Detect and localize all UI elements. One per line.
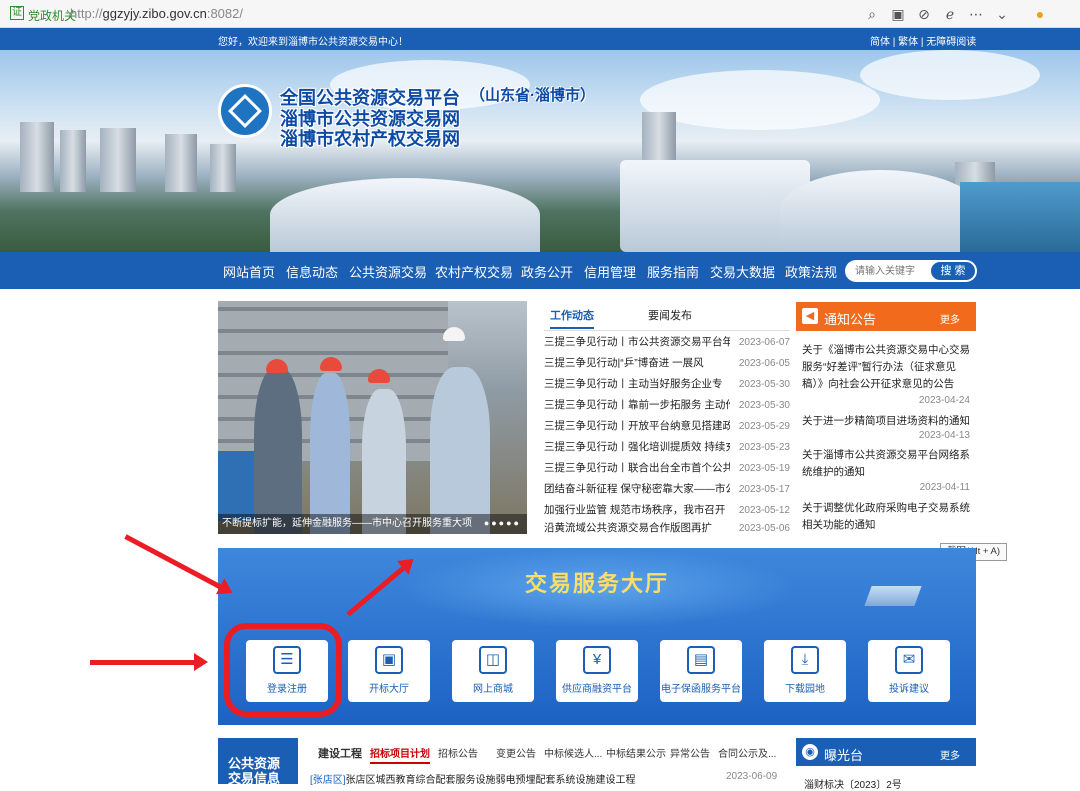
site-logo-icon (218, 84, 272, 138)
tab-change-notice[interactable]: 变更公告 (496, 745, 536, 760)
notice-date: 2023-04-13 (918, 430, 970, 441)
tab-work-news[interactable]: 工作动态 (550, 307, 594, 329)
browser-address-bar: 证 党政机关 http://ggzyjy.zibo.gov.cn:8082/ ⌕… (0, 0, 1080, 28)
card-label: 网上商城 (473, 684, 513, 695)
nav-policy[interactable]: 政策法规 (785, 262, 837, 281)
photo-caption[interactable]: 不断提标扩能，延伸金融服务——市中心召开服务重大项 (218, 514, 527, 534)
news-item[interactable]: 沿黄流域公共资源交易合作版图再扩 2023-05-06 (544, 518, 790, 539)
notice-item[interactable]: 关于调整优化政府采购电子交易系统相关功能的通知 (802, 500, 972, 534)
nav-gov-affairs[interactable]: 政务公开 (521, 262, 573, 281)
exposure-header: ◉ 曝光台 更多 (796, 738, 976, 766)
banner-title-3: 淄博市农村产权交易网 (280, 129, 460, 149)
notice-panel: ◀ 通知公告 更多 关于《淄博市公共资源交易中心交易服务“好差评”暂行办法（征求… (796, 302, 976, 534)
annotation-arrow (124, 534, 229, 593)
notice-date: 2023-04-24 (918, 395, 970, 406)
tab-bid-plan[interactable]: 招标项目计划 (370, 745, 430, 764)
nav-rural-trade[interactable]: 农村产权交易 (435, 262, 513, 281)
tab-candidates[interactable]: 中标候选人... (544, 745, 602, 760)
card-label: 开标大厅 (369, 684, 409, 695)
zoom-icon[interactable]: ⌕ (862, 4, 882, 24)
nav-big-data[interactable]: 交易大数据 (710, 262, 775, 281)
news-item[interactable]: 三提三争见行动丨靠前一步拓服务 主动作 2023-05-30 (544, 395, 790, 416)
supplier-finance-button[interactable]: ¥ 供应商融资平台 (556, 640, 638, 702)
extension-icon[interactable]: ● (1030, 4, 1050, 24)
notice-header: ◀ 通知公告 更多 (796, 302, 976, 331)
nav-home[interactable]: 网站首页 (223, 262, 275, 281)
search-box: 搜 索 (845, 260, 977, 282)
chevron-down-icon[interactable]: ⌄ (992, 4, 1012, 24)
hall-decoration (864, 586, 922, 606)
nav-public-trade[interactable]: 公共资源交易 (349, 262, 427, 281)
news-item[interactable]: 三提三争见行动丨主动当好服务企业专 2023-05-30 (544, 374, 790, 395)
bid-hall-icon: ▣ (375, 646, 403, 674)
news-item[interactable]: 三提三争见行动丨强化培训提质效 持续充 2023-05-23 (544, 437, 790, 458)
notice-date: 2023-04-11 (919, 482, 970, 493)
news-panel: 工作动态 要闻发布 三提三争见行动丨市公共资源交易平台年 2023-06-07 三… (544, 301, 790, 535)
top-welcome-bar: 您好，欢迎来到淄博市公共资源交易中心！ 简体 | 繁体 | 无障碍阅读 (0, 28, 1080, 50)
nav-news[interactable]: 信息动态 (286, 262, 338, 281)
tab-headlines[interactable]: 要闻发布 (648, 307, 692, 323)
welcome-text: 您好，欢迎来到淄博市公共资源交易中心！ (218, 37, 408, 48)
more-icon[interactable]: ⋯ (966, 4, 986, 24)
online-mall-button[interactable]: ◫ 网上商城 (452, 640, 534, 702)
tab-results[interactable]: 中标结果公示 (606, 745, 666, 760)
news-item[interactable]: 三提三争见行动丨联合出台全市首个公共 2023-05-19 (544, 458, 790, 479)
search-button[interactable]: 搜 索 (931, 262, 975, 280)
news-item[interactable]: 三提三争见行动丨开放平台纳意见搭建政 2023-05-29 (544, 416, 790, 437)
download-button[interactable]: ⤓ 下载园地 (764, 640, 846, 702)
news-item[interactable]: 团结奋斗新征程 保守秘密靠大家——市公 2023-05-17 (544, 479, 790, 500)
complaint-button[interactable]: ✉ 投诉建议 (868, 640, 950, 702)
reader-icon[interactable]: ▣ (888, 4, 908, 24)
complaint-icon: ✉ (895, 646, 923, 674)
tab-contracts[interactable]: 合同公示及... (718, 745, 776, 760)
tab-construction[interactable]: 建设工程 (318, 745, 362, 761)
speaker-icon: ◀ (802, 308, 818, 324)
card-label: 供应商融资平台 (562, 684, 632, 695)
notice-item[interactable]: 关于淄博市公共资源交易平台网络系统维护的通知 (802, 447, 972, 481)
nav-credit[interactable]: 信用管理 (584, 262, 636, 281)
banner-province: （山东省·淄博市） (470, 87, 595, 104)
shopping-bag-icon: ◫ (479, 646, 507, 674)
news-item[interactable]: 三提三争见行动丨市公共资源交易平台年 2023-06-07 (544, 332, 790, 353)
tab-abnormal[interactable]: 异常公告 (670, 745, 710, 760)
exposure-panel: ◉ 曝光台 更多 淄财标决〔2023〕2号 (796, 738, 976, 791)
trade-info-label: 公共资源 交易信息 (218, 738, 298, 786)
highlight-ring (224, 623, 342, 717)
yuan-coin-icon: ¥ (583, 646, 611, 674)
ie-mode-icon[interactable]: ℯ (940, 4, 960, 24)
gov-verified-icon: 证 (10, 6, 24, 20)
search-input[interactable] (855, 263, 933, 279)
card-label: 电子保函服务平台 (661, 684, 741, 695)
tab-bid-notice[interactable]: 招标公告 (438, 745, 478, 760)
card-label: 投诉建议 (889, 684, 929, 695)
trade-item-date: 2023-06-09 (726, 771, 778, 782)
notice-item[interactable]: 关于《淄博市公共资源交易中心交易服务“好差评”暂行办法（征求意见稿）》向社会公开… (802, 342, 972, 393)
language-links[interactable]: 简体 | 繁体 | 无障碍阅读 (870, 33, 976, 48)
site-banner: 全国公共资源交易平台 （山东省·淄博市） 淄博市公共资源交易网 淄博市农村产权交… (0, 50, 1080, 252)
nav-guide[interactable]: 服务指南 (647, 262, 699, 281)
download-icon: ⤓ (791, 646, 819, 674)
exposure-more-link[interactable]: 更多 (940, 747, 960, 762)
annotation-arrow (90, 653, 208, 671)
gov-badge: 党政机关 (28, 9, 77, 23)
notice-item[interactable]: 关于进一步精简项目进场资料的通知 (802, 413, 972, 430)
news-item[interactable]: 三提三争见行动|“乒”博奋进 一展风 2023-06-05 (544, 353, 790, 374)
exposure-title: 曝光台 (824, 748, 864, 763)
card-label: 下载园地 (785, 684, 825, 695)
news-photo-slider[interactable]: 不断提标扩能，延伸金融服务——市中心召开服务重大项 ●●●●● (218, 301, 527, 534)
guarantee-doc-icon: ▤ (687, 646, 715, 674)
e-guarantee-button[interactable]: ▤ 电子保函服务平台 (660, 640, 742, 702)
main-nav: 网站首页 信息动态 公共资源交易 农村产权交易 政务公开 信用管理 服务指南 交… (0, 252, 1080, 289)
bid-hall-button[interactable]: ▣ 开标大厅 (348, 640, 430, 702)
url-field[interactable]: http://ggzyjy.zibo.gov.cn:8082/ (70, 6, 243, 21)
slider-dots[interactable]: ●●●●● (484, 518, 521, 528)
eye-icon: ◉ (802, 744, 818, 760)
notice-title: 通知公告 (824, 312, 877, 327)
hall-title: 交易服务大厅 (524, 571, 669, 596)
notice-more-link[interactable]: 更多 (940, 311, 960, 326)
block-icon[interactable]: ⊘ (914, 4, 934, 24)
